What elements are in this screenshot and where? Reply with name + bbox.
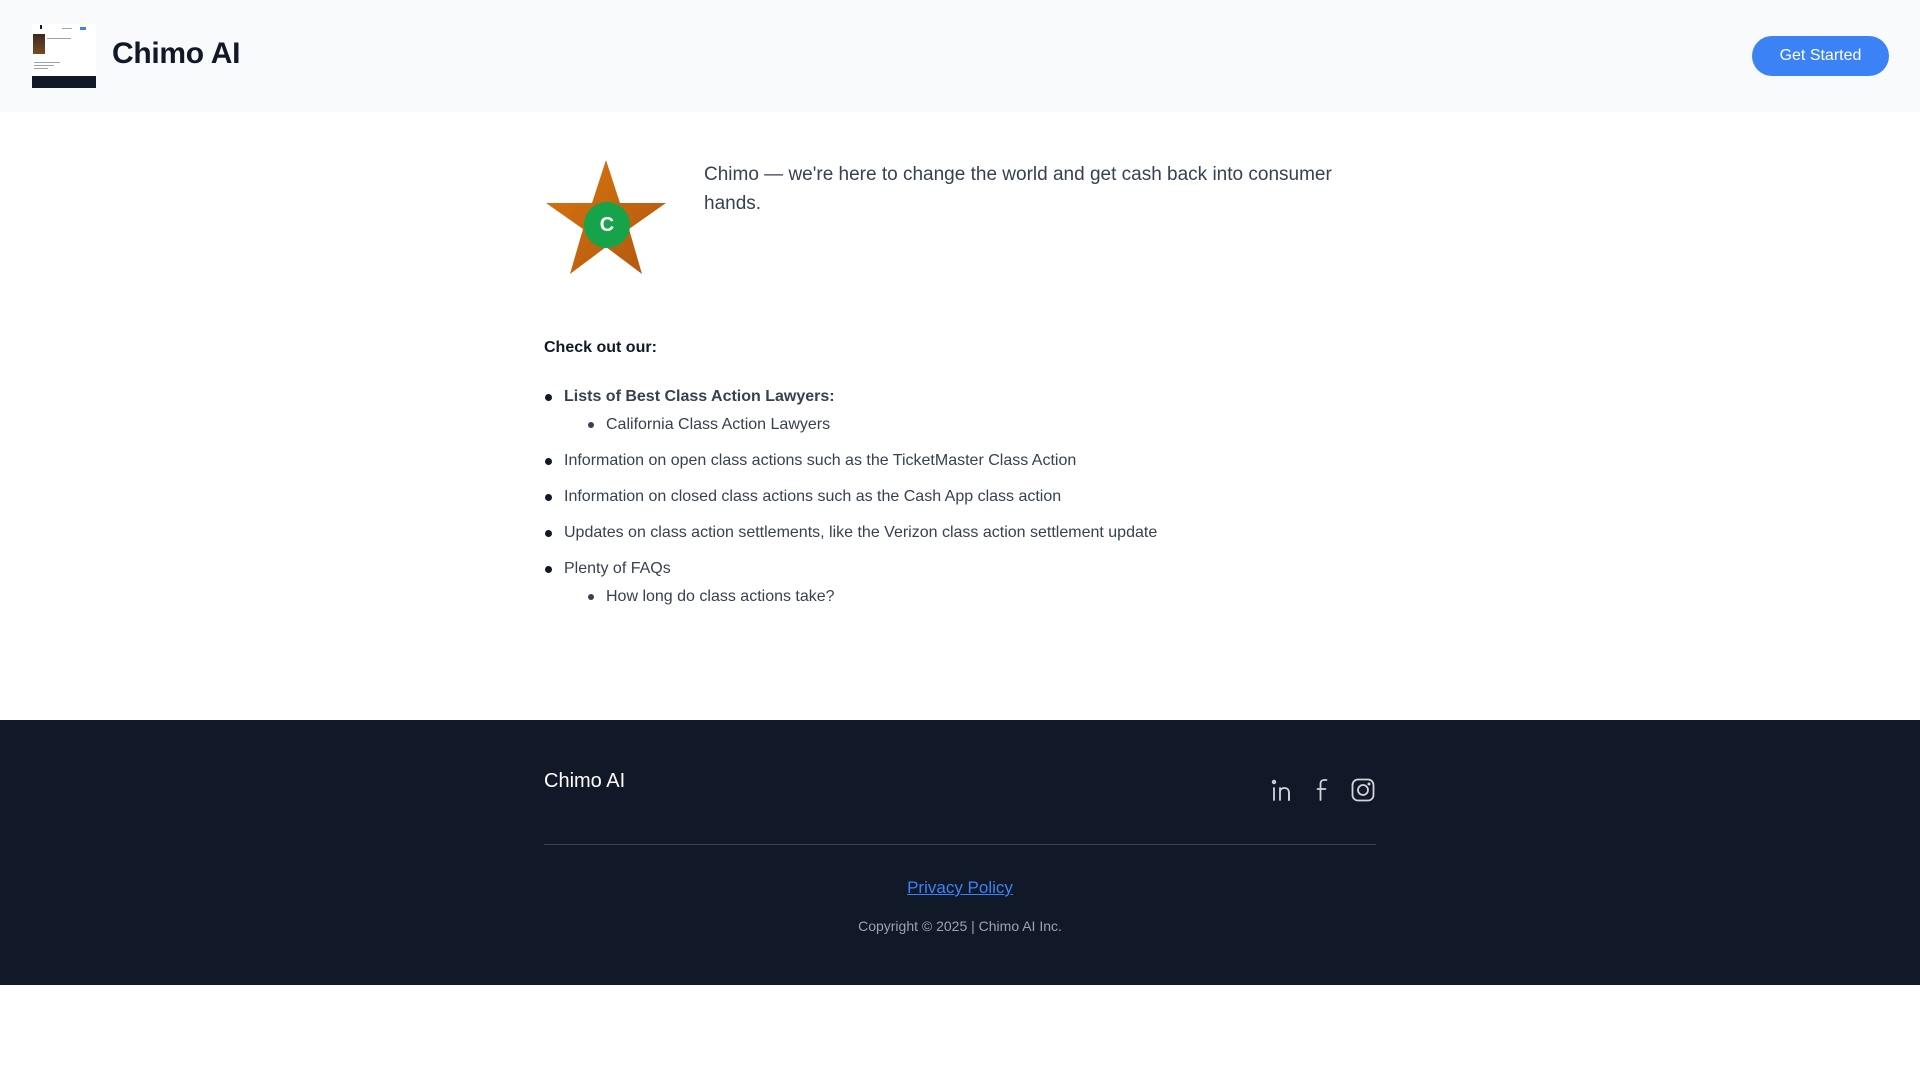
hero-tagline: Chimo — we're here to change the world a… (704, 164, 1332, 214)
star-logo-icon: C (544, 158, 668, 278)
sub-list: California Class Action Lawyers (564, 414, 1376, 436)
link-faq-duration[interactable]: How long do class actions take? (606, 588, 835, 605)
instagram-icon[interactable] (1350, 777, 1376, 803)
list-item: Updates on class action settlements, lik… (544, 522, 1376, 544)
link-open-class-actions[interactable]: Information on open class actions such a… (564, 452, 1076, 469)
sub-list-item: California Class Action Lawyers (564, 414, 1376, 436)
linkedin-icon[interactable] (1270, 777, 1296, 803)
social-links (1270, 777, 1376, 803)
bullet-icon (545, 394, 552, 401)
checkout-heading: Check out our: (544, 339, 657, 356)
bullet-icon (545, 494, 552, 501)
copyright-text: Copyright © 2025 | Chimo AI Inc. (858, 918, 1062, 934)
link-california-lawyers[interactable]: California Class Action Lawyers (606, 416, 830, 433)
bullet-icon (545, 530, 552, 537)
link-settlement-updates[interactable]: Updates on class action settlements, lik… (564, 524, 1157, 541)
resource-list: Lists of Best Class Action Lawyers: Cali… (544, 386, 1376, 622)
list-item: Lists of Best Class Action Lawyers: Cali… (544, 386, 1376, 436)
link-faqs[interactable]: Plenty of FAQs (564, 560, 671, 577)
sub-list: How long do class actions take? (564, 586, 1376, 608)
sub-bullet-icon (588, 422, 594, 428)
bullet-icon (545, 566, 552, 573)
brand-title[interactable]: Chimo AI (112, 37, 240, 71)
list-item-lawyers: Lists of Best Class Action Lawyers: (564, 388, 835, 405)
sub-list-item: How long do class actions take? (564, 586, 1376, 608)
footer-brand: Chimo AI (544, 770, 626, 792)
site-footer: Chimo AI Privacy Policy Copyright © 2025… (0, 720, 1920, 985)
site-header: Chimo AI Get Started (0, 0, 1920, 112)
bullet-icon (545, 458, 552, 465)
privacy-policy-link[interactable]: Privacy Policy (907, 878, 1013, 897)
list-item: Plenty of FAQs How long do class actions… (544, 558, 1376, 608)
logo-thumbnail[interactable] (32, 24, 96, 88)
sub-bullet-icon (588, 594, 594, 600)
footer-divider (544, 844, 1376, 845)
privacy-policy-wrapper: Privacy Policy (0, 878, 1920, 898)
facebook-icon[interactable] (1310, 777, 1336, 803)
list-item: Information on closed class actions such… (544, 486, 1376, 508)
link-closed-class-actions[interactable]: Information on closed class actions such… (564, 488, 1061, 505)
hero-section: C Chimo — we're here to change the world… (544, 158, 1376, 288)
star-badge-letter: C (584, 202, 630, 248)
get-started-button[interactable]: Get Started (1752, 36, 1889, 76)
list-item: Information on open class actions such a… (544, 450, 1376, 472)
